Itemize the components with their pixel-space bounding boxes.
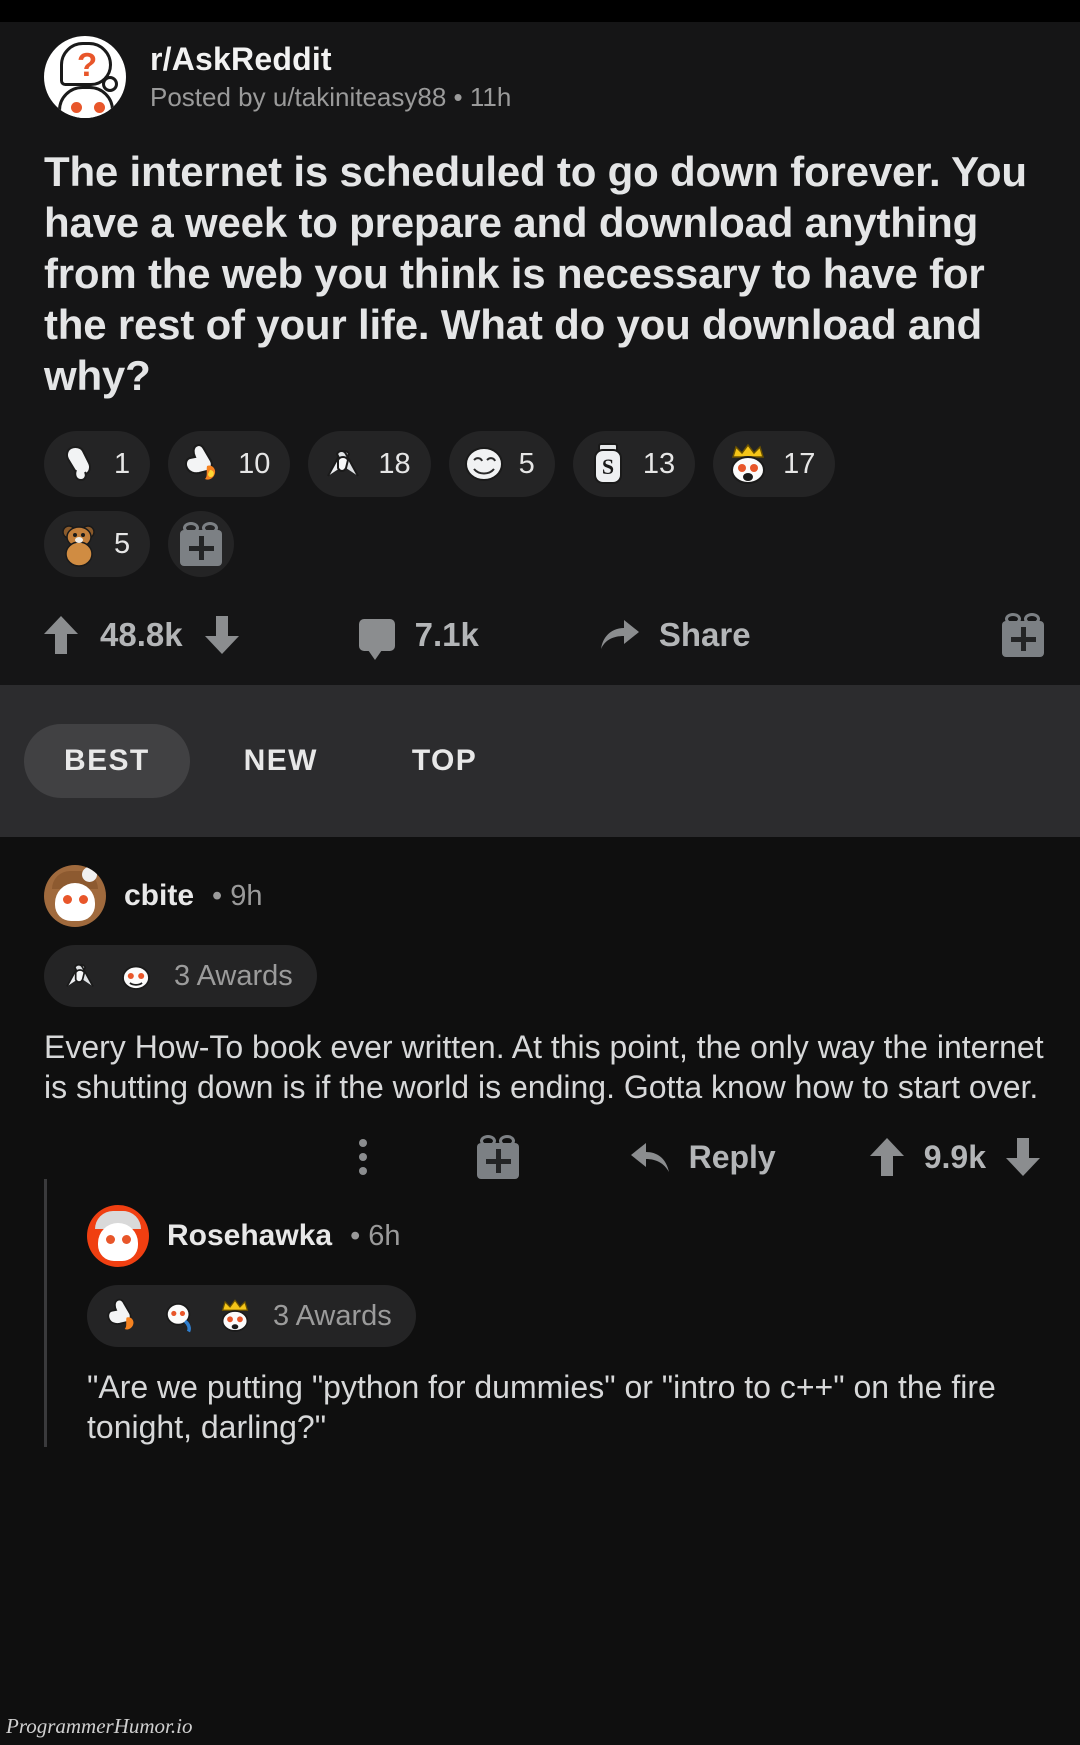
post-title: The internet is scheduled to go down for… [44, 148, 1027, 399]
avatar [87, 1205, 149, 1267]
award-pointing-down-hand[interactable]: 1 [44, 431, 151, 497]
post-comment-count: 7.1k [414, 616, 479, 653]
comment-award-button[interactable] [476, 1135, 519, 1179]
award-silver-coin[interactable]: S 13 [572, 431, 696, 497]
gift-icon [180, 522, 223, 566]
post-card: ? r/AskReddit Posted by u/takiniteasy88 … [0, 22, 1080, 685]
post-action-bar: 48.8k 7.1k Share [0, 591, 1080, 685]
award-row-2: 5 [44, 511, 1080, 577]
comment-top-level: cbite • 9h 3 Awards Every How-To book ev… [0, 837, 1080, 1179]
thumbs-up-flame-award-icon [178, 439, 228, 489]
handshake-award-icon [318, 439, 368, 489]
reply-arrow-icon [630, 1143, 669, 1172]
post-header[interactable]: ? r/AskReddit Posted by u/takiniteasy88 … [0, 22, 1080, 124]
post-award-button[interactable] [1002, 613, 1044, 657]
bear-hug-award-icon [54, 519, 104, 569]
post-meta: r/AskReddit Posted by u/takiniteasy88 • … [150, 41, 511, 113]
comment-score: 9.9k [923, 1138, 986, 1175]
downvote-button[interactable] [204, 616, 239, 654]
svg-text:S: S [602, 454, 614, 479]
tab-new[interactable]: NEW [204, 724, 358, 798]
award-count: 5 [114, 527, 131, 560]
comments-list: cbite • 9h 3 Awards Every How-To book ev… [0, 837, 1080, 1745]
post-vote-group: 48.8k [44, 616, 239, 654]
comment-awards-label: 3 Awards [174, 959, 293, 992]
upvote-button[interactable] [44, 616, 78, 654]
comment-sort-bar: BEST NEW TOP [0, 685, 1080, 837]
comment-reply-button[interactable]: Reply [629, 1139, 776, 1176]
comment-downvote-button[interactable] [1006, 1138, 1040, 1176]
share-arrow-icon [600, 620, 639, 649]
comment-awards-pill[interactable]: 3 Awards [44, 945, 317, 1007]
post-comments-button[interactable]: 7.1k [358, 616, 479, 660]
tab-top[interactable]: TOP [372, 724, 517, 798]
award-bread-face[interactable]: 5 [448, 431, 555, 497]
award-count: 10 [238, 447, 271, 480]
comment-body: "Are we putting "python for dummies" or … [87, 1369, 996, 1445]
comment-author[interactable]: Rosehawka [167, 1219, 332, 1253]
award-thumbs-up-flame[interactable]: 10 [168, 431, 291, 497]
avatar [44, 865, 106, 927]
share-label: Share [658, 616, 751, 653]
comment-awards-label: 3 Awards [273, 1299, 392, 1332]
award-count: 13 [642, 447, 676, 480]
comment-body: Every How-To book ever written. At this … [44, 1029, 1044, 1105]
award-crown-snoo[interactable]: 17 [713, 431, 836, 497]
gift-icon [1002, 613, 1044, 657]
thumbs-up-flame-award-icon [101, 1294, 145, 1338]
watermark: ProgrammerHumor.io [6, 1714, 193, 1738]
award-handshake[interactable]: 18 [308, 431, 431, 497]
post-author-line: Posted by u/takiniteasy88 • 11h [150, 82, 512, 112]
tab-best[interactable]: BEST [24, 724, 190, 798]
post-share-button[interactable]: Share [599, 616, 751, 654]
reply-label: Reply [688, 1138, 776, 1175]
post-score: 48.8k [100, 616, 183, 653]
comment-action-bar: Reply 9.9k [44, 1107, 1050, 1179]
comment-reply: Rosehawka • 6h 3 Awards "Are we putting … [44, 1179, 1080, 1447]
subreddit-avatar-icon: ? [44, 36, 126, 118]
award-count: 5 [518, 447, 535, 480]
status-bar [0, 0, 1080, 22]
snoo-award-icon [114, 954, 158, 998]
bread-face-award-icon [459, 439, 509, 489]
comment-upvote-button[interactable] [869, 1138, 904, 1176]
award-row-1: 1 10 18 5 S 13 17 [44, 431, 1080, 497]
award-count: 18 [378, 447, 411, 480]
gift-icon [476, 1135, 519, 1179]
comment-header[interactable]: Rosehawka • 6h [87, 1205, 1050, 1267]
reddit-post-screen: ? r/AskReddit Posted by u/takiniteasy88 … [0, 0, 1080, 1745]
comment-header[interactable]: cbite • 9h [44, 865, 1050, 927]
crown-snoo-award-icon [723, 439, 773, 489]
give-award-button[interactable] [168, 511, 235, 577]
comment-timestamp: • 9h [212, 879, 263, 912]
comment-timestamp: • 6h [350, 1219, 401, 1252]
subreddit-name[interactable]: r/AskReddit [150, 41, 511, 78]
post-awards: 1 10 18 5 S 13 17 5 [0, 401, 1080, 577]
comment-awards-pill[interactable]: 3 Awards [87, 1285, 416, 1347]
handshake-award-icon [58, 954, 102, 998]
silver-coin-award-icon: S [583, 439, 633, 489]
dive-snoo-award-icon [157, 1294, 201, 1338]
comment-author[interactable]: cbite [124, 879, 194, 913]
comment-bubble-icon [358, 619, 395, 660]
award-count: 1 [114, 447, 131, 480]
pointing-down-hand-award-icon [54, 439, 104, 489]
award-count: 17 [783, 447, 816, 480]
crown-snoo-award-icon [213, 1294, 257, 1338]
more-options-icon[interactable] [358, 1139, 367, 1175]
comment-vote-group: 9.9k [869, 1138, 1040, 1176]
award-bear-hug[interactable]: 5 [44, 511, 151, 577]
